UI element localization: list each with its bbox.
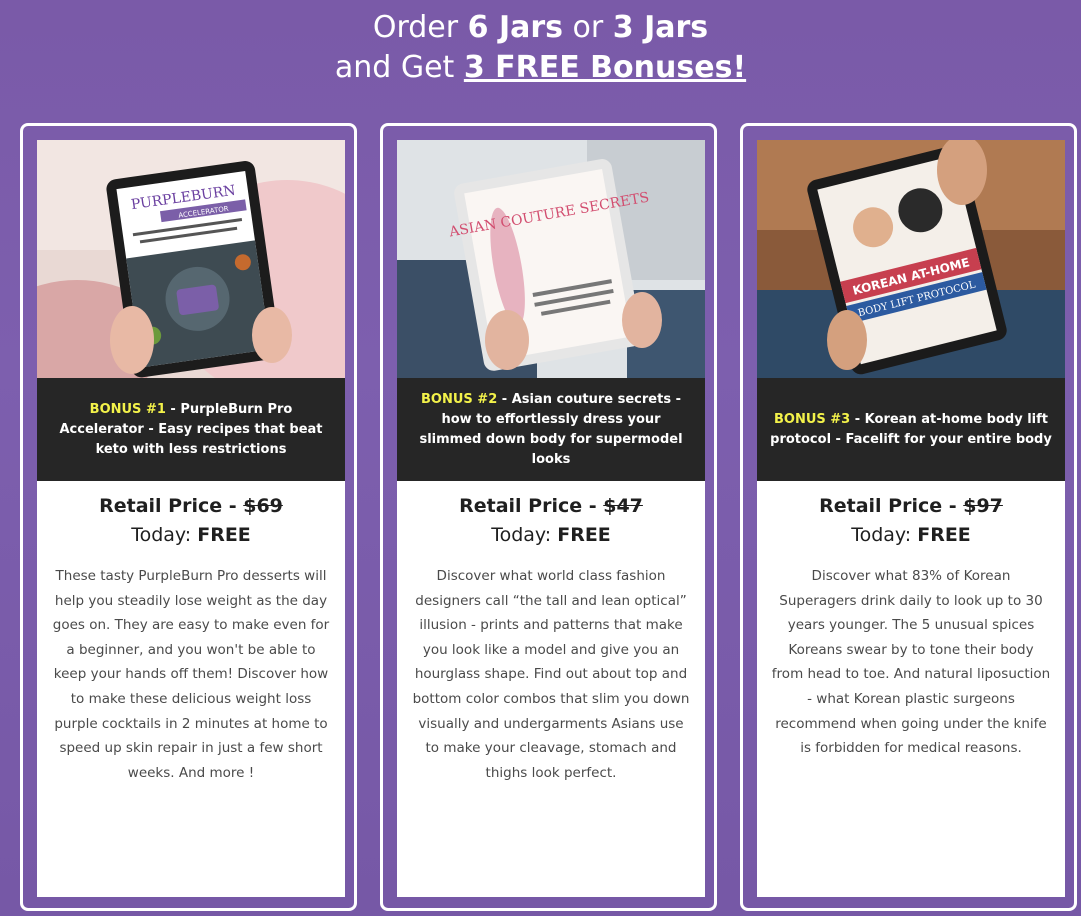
bonus-1-today-price: Today: FREE <box>131 524 251 546</box>
bonus-1-image: PURPLEBURN ACCELERATOR <box>37 140 345 378</box>
bonus-2-tag: BONUS #2 <box>421 391 498 407</box>
bonus-1-retail-price: Retail Price - $69 <box>99 495 283 517</box>
bonus-1-description: These tasty PurpleBurn Pro desserts will… <box>52 568 330 781</box>
bonus-2-retail-price: Retail Price - $47 <box>459 495 643 517</box>
bonus-1-title: BONUS #1 - PurpleBurn Pro Accelerator - … <box>37 378 345 481</box>
bonus-2-description: Discover what world class fashion design… <box>412 568 690 781</box>
bonus-card-3: KOREAN AT-HOME BODY LIFT PROTOCOL BONUS … <box>757 140 1065 897</box>
bonus-3-today-price: Today: FREE <box>851 524 971 546</box>
bonus-2-image: ASIAN COUTURE SECRETS <box>397 140 705 378</box>
headline-line-1: Order 6 Jars or 3 Jars <box>372 10 709 45</box>
bonus-2-title: BONUS #2 - Asian couture secrets - how t… <box>397 378 705 481</box>
bonus-2-price-value: $47 <box>603 495 643 517</box>
bonus-card-1: PURPLEBURN ACCELERATOR BONUS #1 - Purple… <box>37 140 345 897</box>
bonus-1-tag: BONUS #1 <box>89 401 166 417</box>
bonus-3-title: BONUS #3 - Korean at-home body lift prot… <box>757 378 1065 481</box>
offer-headline: Order 6 Jars or 3 Jars and Get 3 FREE Bo… <box>0 8 1081 88</box>
bonus-3-retail-price: Retail Price - $97 <box>819 495 1003 517</box>
bonus-3-image: KOREAN AT-HOME BODY LIFT PROTOCOL <box>757 140 1065 378</box>
bonus-3-description: Discover what 83% of Korean Superagers d… <box>771 568 1051 757</box>
bonus-3-tag: BONUS #3 <box>773 411 851 427</box>
bonus-3-price-value: $97 <box>963 495 1003 517</box>
bonus-card-2: ASIAN COUTURE SECRETS BONUS #2 - Asian c… <box>397 140 705 897</box>
free-bonuses-link[interactable]: 3 FREE Bonuses! <box>464 50 746 85</box>
bonus-1-price-value: $69 <box>243 495 283 517</box>
headline-line-2: and Get 3 FREE Bonuses! <box>334 50 747 85</box>
bonus-2-today-price: Today: FREE <box>491 524 611 546</box>
